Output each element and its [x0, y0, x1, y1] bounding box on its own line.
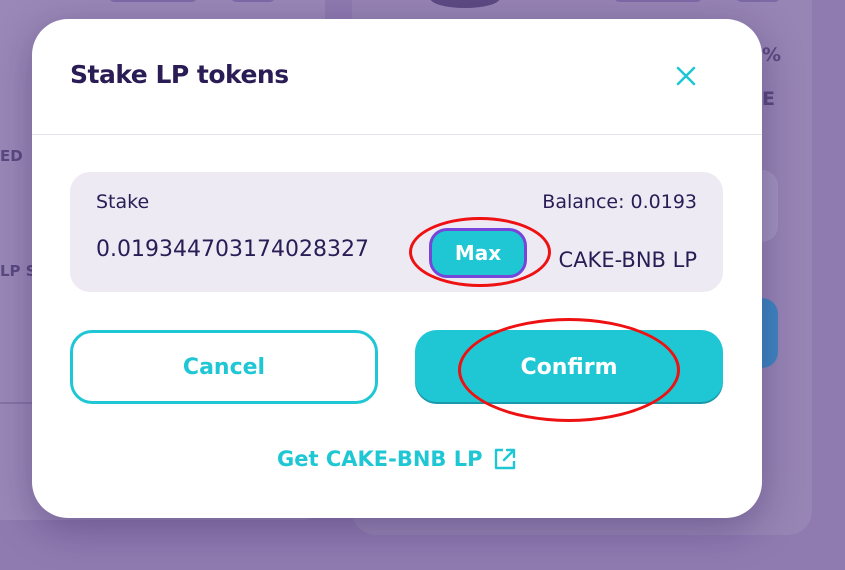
background-label: %	[762, 44, 782, 66]
modal-title: Stake LP tokens	[70, 60, 289, 89]
balance-text: Balance: 0.0193	[542, 191, 697, 213]
stake-input-panel: Stake Balance: 0.0193 Max CAKE-BNB LP	[70, 172, 723, 292]
close-button[interactable]	[670, 60, 702, 92]
get-lp-link[interactable]: Get CAKE-BNB LP	[277, 447, 517, 471]
background-bar	[735, 0, 781, 2]
stake-amount-input[interactable]	[96, 234, 396, 264]
external-link-icon	[494, 448, 515, 470]
cancel-button[interactable]: Cancel	[70, 330, 378, 404]
background-bar	[230, 0, 276, 2]
background-bar	[108, 0, 198, 2]
token-symbol: CAKE-BNB LP	[558, 248, 697, 272]
stake-modal: Stake LP tokens Stake Balance: 0.0193 Ma…	[32, 19, 762, 518]
get-lp-link-label: Get CAKE-BNB LP	[277, 447, 483, 471]
max-button[interactable]: Max	[429, 228, 527, 278]
confirm-button[interactable]: Confirm	[415, 330, 723, 404]
background-bar	[613, 0, 703, 2]
modal-header: Stake LP tokens	[32, 19, 762, 135]
stake-label: Stake	[96, 191, 150, 213]
close-icon	[676, 66, 696, 86]
background-label: E	[762, 88, 775, 110]
background-label: ED	[0, 147, 23, 165]
